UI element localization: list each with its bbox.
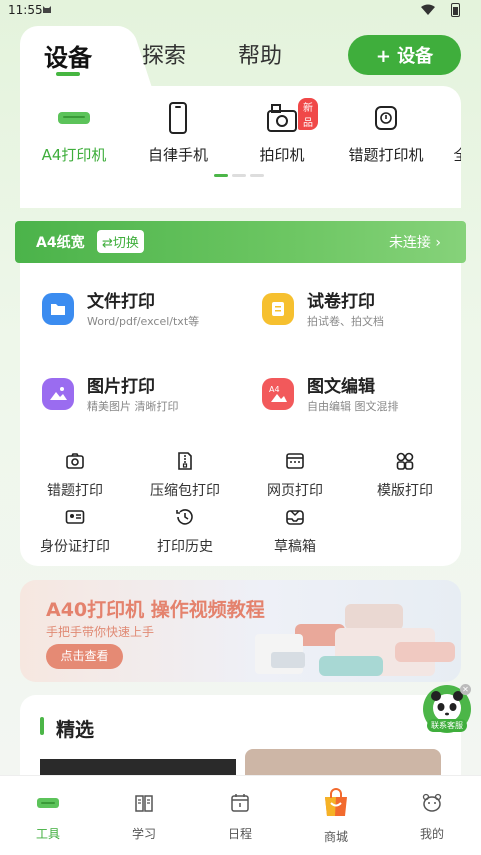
tutorial-banner[interactable]: A40打印机 操作视频教程 手把手带你快速上手 点击查看 xyxy=(20,580,461,682)
featured-thumbnail[interactable] xyxy=(245,749,441,775)
nav-profile[interactable]: 我的 xyxy=(402,792,462,842)
feature-title: 图片打印 xyxy=(87,377,155,397)
tool-zip-print[interactable]: 压缩包打印 xyxy=(140,451,230,500)
page-indicator xyxy=(214,174,264,177)
phone-icon xyxy=(160,100,196,136)
nav-store[interactable]: 商城 xyxy=(306,788,366,845)
close-icon[interactable]: ✕ xyxy=(460,684,471,695)
camera-outline-icon xyxy=(66,453,84,469)
nav-label: 日程 xyxy=(227,827,252,841)
section-accent-bar xyxy=(40,717,44,735)
device-mistake-printer[interactable]: 错题打印机 xyxy=(346,100,426,165)
draft-icon xyxy=(286,510,304,525)
tool-id-card-print[interactable]: 身份证打印 xyxy=(30,507,120,556)
device-all[interactable]: 全 xyxy=(451,100,461,165)
connection-status[interactable]: 未连接 › xyxy=(389,232,441,252)
profile-icon xyxy=(422,793,442,812)
battery-icon xyxy=(451,3,460,17)
featured-section: 精选 xyxy=(20,695,461,775)
device-label: 全 xyxy=(453,146,461,164)
feature-subtitle: 精美图片 清晰打印 xyxy=(87,400,179,413)
app-notification-icon xyxy=(43,6,51,13)
device-phone[interactable]: 自律手机 xyxy=(146,100,210,165)
wifi-icon xyxy=(421,4,435,15)
nav-label: 我的 xyxy=(419,827,444,841)
banner-subtitle: 手把手带你快速上手 xyxy=(46,625,155,639)
new-badge: 新品 xyxy=(298,98,318,130)
history-icon xyxy=(176,509,193,525)
a4-printer-icon xyxy=(56,100,92,136)
tool-mistake-print[interactable]: 错题打印 xyxy=(30,451,120,500)
feature-title: 图文编辑 xyxy=(307,377,375,397)
banner-title: A40打印机 操作视频教程 xyxy=(46,599,265,621)
active-tab-indicator xyxy=(56,72,80,76)
tool-label: 草稿箱 xyxy=(274,539,316,555)
tool-drafts[interactable]: 草稿箱 xyxy=(250,507,340,556)
web-icon xyxy=(286,453,304,469)
feature-subtitle: 拍试卷、拍文档 xyxy=(307,315,384,328)
svg-text:A4: A4 xyxy=(269,385,280,394)
file-print-feature[interactable]: 文件打印 Word/pdf/excel/txt等 xyxy=(42,292,232,329)
tool-label: 压缩包打印 xyxy=(150,483,220,499)
image-icon xyxy=(42,378,74,410)
customer-service-label: 联系客服 xyxy=(427,719,467,732)
status-bar: 11:55 xyxy=(0,0,481,22)
device-label: 错题打印机 xyxy=(348,146,424,164)
feature-subtitle: 自由编辑 图文混排 xyxy=(307,400,399,413)
feature-title: 试卷打印 xyxy=(307,292,375,312)
camera-printer-icon xyxy=(264,100,300,136)
top-tabs: 设备 探索 帮助 + 设备 xyxy=(20,26,461,88)
tools-icon xyxy=(37,798,59,808)
device-camera-printer[interactable]: 新品 拍印机 xyxy=(256,98,318,165)
device-a4-printer[interactable]: A4打印机 xyxy=(40,100,108,165)
device-label: A4打印机 xyxy=(41,146,107,164)
paper-width-label: A4纸宽 xyxy=(36,235,85,251)
image-print-feature[interactable]: 图片打印 精美图片 清晰打印 xyxy=(42,377,232,414)
tool-template-print[interactable]: 模版打印 xyxy=(360,451,450,500)
folder-icon xyxy=(42,293,74,325)
featured-title: 精选 xyxy=(56,719,95,741)
nav-label: 工具 xyxy=(35,827,60,841)
tool-label: 打印历史 xyxy=(157,539,213,555)
nav-schedule[interactable]: 日程 xyxy=(210,792,270,842)
tab-help[interactable]: 帮助 xyxy=(238,38,282,70)
feature-subtitle: Word/pdf/excel/txt等 xyxy=(87,315,200,328)
add-device-button[interactable]: + 设备 xyxy=(348,35,461,75)
template-icon xyxy=(396,452,414,470)
nav-label: 商城 xyxy=(323,830,348,844)
switch-button[interactable]: ⇄切换 xyxy=(97,230,144,253)
a4-edit-icon: A4 xyxy=(262,378,294,410)
featured-thumbnail[interactable] xyxy=(40,759,236,775)
book-icon xyxy=(135,795,153,812)
device-label: 拍印机 xyxy=(259,146,305,164)
tool-web-print[interactable]: 网页打印 xyxy=(250,451,340,500)
nav-study[interactable]: 学习 xyxy=(114,792,174,842)
bottom-navigation: 工具 学习 日程 商城 我的 xyxy=(0,775,481,855)
calendar-icon xyxy=(231,794,249,812)
tool-label: 身份证打印 xyxy=(40,539,110,555)
device-label: 自律手机 xyxy=(147,146,208,164)
mistake-printer-icon xyxy=(368,100,404,136)
tab-devices[interactable]: 设备 xyxy=(44,38,92,73)
image-text-edit-feature[interactable]: A4 图文编辑 自由编辑 图文混排 xyxy=(262,377,442,414)
tool-print-history[interactable]: 打印历史 xyxy=(140,507,230,556)
status-time: 11:55 xyxy=(8,3,43,17)
note-icon xyxy=(262,293,294,325)
printer-illustration xyxy=(255,604,455,676)
tool-label: 错题打印 xyxy=(47,483,103,499)
banner-view-button[interactable]: 点击查看 xyxy=(46,644,123,669)
shopping-bag-icon xyxy=(325,788,347,816)
nav-label: 学习 xyxy=(131,827,156,841)
exam-print-feature[interactable]: 试卷打印 拍试卷、拍文档 xyxy=(262,292,442,329)
tab-explore[interactable]: 探索 xyxy=(142,38,186,70)
zip-icon xyxy=(178,452,192,470)
id-card-icon xyxy=(65,510,85,524)
tool-label: 模版打印 xyxy=(377,483,433,499)
feature-title: 文件打印 xyxy=(87,292,155,312)
device-selector: A4打印机 自律手机 新品 拍印机 错题打印机 全 xyxy=(20,86,461,208)
tool-label: 网页打印 xyxy=(267,483,323,499)
nav-tools[interactable]: 工具 xyxy=(18,792,78,842)
printer-status-strip: A4纸宽 ⇄切换 未连接 › xyxy=(15,221,466,263)
